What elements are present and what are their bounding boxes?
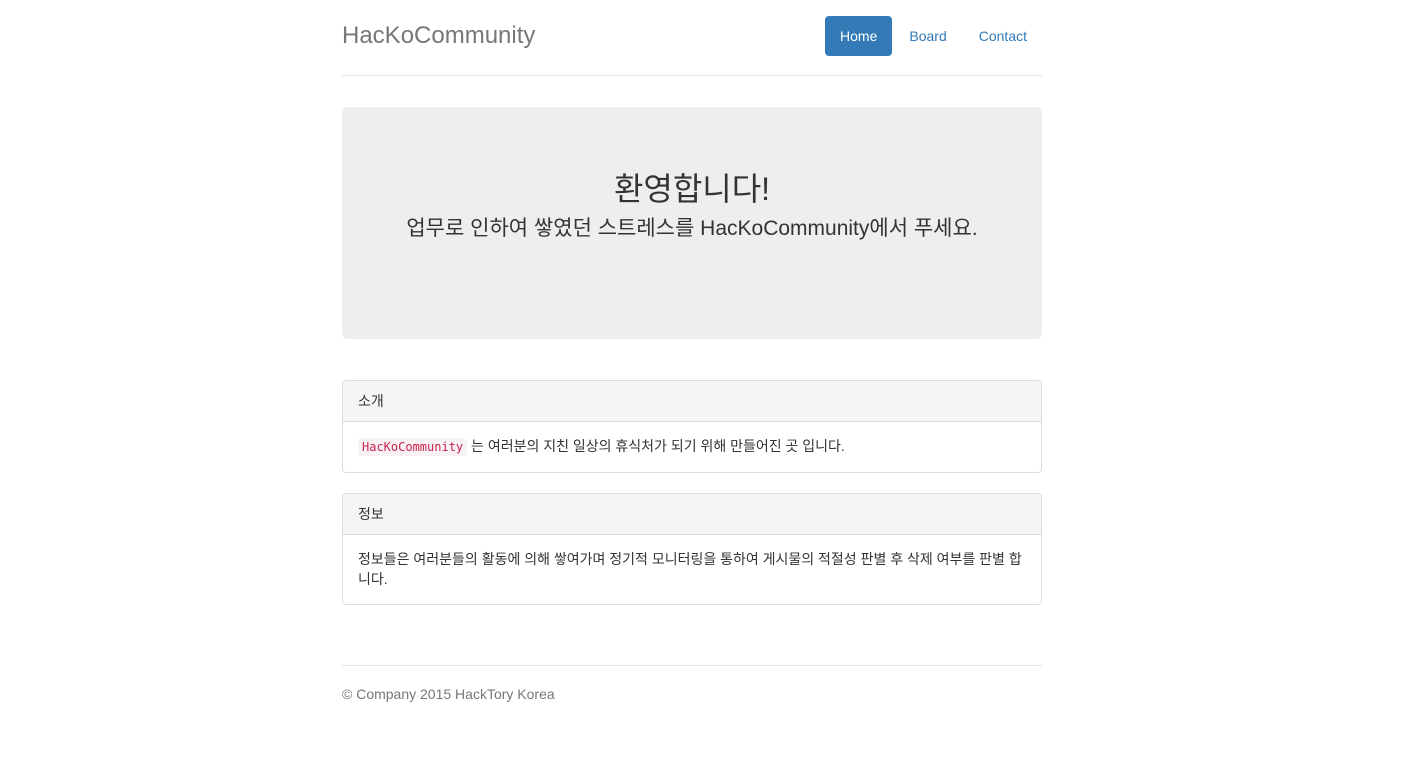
info-text: 정보들은 여러분들의 활동에 의해 쌓여가며 정기적 모니터링을 통하여 게시물… — [358, 551, 1022, 587]
info-panel-heading: 정보 — [343, 494, 1041, 535]
header: HacKoCommunity Home Board Contact — [342, 0, 1042, 76]
main-nav: Home Board Contact — [825, 16, 1042, 56]
brand-title: HacKoCommunity — [342, 22, 536, 49]
footer: © Company 2015 HackTory Korea — [342, 665, 1042, 702]
jumbotron-title: 환영합니다! — [613, 171, 771, 207]
intro-panel: 소개 HacKoCommunity 는 여러분의 지친 일상의 휴식처가 되기 … — [342, 380, 1042, 473]
page-container: HacKoCommunity Home Board Contact 환영합니다!… — [342, 0, 1042, 702]
jumbotron-subtitle: 업무로 인하여 쌓였던 스트레스를 HacKoCommunity에서 푸세요. — [406, 217, 978, 240]
panels: 소개 HacKoCommunity 는 여러분의 지친 일상의 휴식처가 되기 … — [342, 380, 1042, 605]
nav-home[interactable]: Home — [825, 16, 893, 56]
info-panel: 정보 정보들은 여러분들의 활동에 의해 쌓여가며 정기적 모니터링을 통하여 … — [342, 493, 1042, 605]
intro-panel-heading: 소개 — [343, 381, 1041, 422]
intro-text: 는 여러분의 지친 일상의 휴식처가 되기 위해 만들어진 곳 입니다. — [467, 438, 845, 454]
jumbotron: 환영합니다! 업무로 인하여 쌓였던 스트레스를 HacKoCommunity에… — [342, 107, 1042, 339]
info-panel-body: 정보들은 여러분들의 활동에 의해 쌓여가며 정기적 모니터링을 통하여 게시물… — [343, 535, 1041, 604]
intro-panel-body: HacKoCommunity 는 여러분의 지친 일상의 휴식처가 되기 위해 … — [343, 422, 1041, 472]
nav-contact[interactable]: Contact — [964, 16, 1042, 56]
footer-copyright: © Company 2015 HackTory Korea — [342, 686, 555, 702]
intro-code: HacKoCommunity — [358, 438, 468, 456]
nav-board[interactable]: Board — [894, 16, 961, 56]
